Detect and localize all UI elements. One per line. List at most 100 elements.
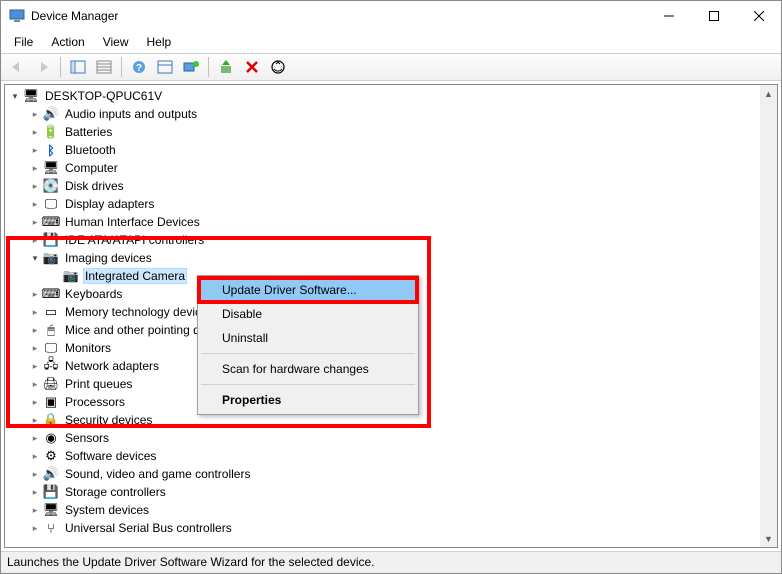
tree-item-label: Disk drives: [63, 179, 126, 193]
titlebar: Device Manager: [1, 1, 781, 31]
expand-arrow-icon[interactable]: ▸: [29, 234, 41, 246]
context-menu-item[interactable]: Uninstall: [200, 326, 416, 350]
context-menu-item[interactable]: Update Driver Software...: [200, 278, 416, 302]
system-icon: 🖥: [43, 502, 59, 518]
expand-arrow-icon[interactable]: ▸: [29, 288, 41, 300]
expand-arrow-icon[interactable]: ▸: [29, 450, 41, 462]
tree-category-item[interactable]: ▸⑂Universal Serial Bus controllers: [7, 519, 777, 537]
tree-category-item[interactable]: ▸🔊Sound, video and game controllers: [7, 465, 777, 483]
window-controls: [646, 1, 781, 31]
tree-item-label: Human Interface Devices: [63, 215, 202, 229]
minimize-button[interactable]: [646, 1, 691, 31]
uninstall-button[interactable]: [240, 55, 264, 79]
expand-arrow-icon[interactable]: ▸: [29, 216, 41, 228]
window-title: Device Manager: [31, 9, 646, 23]
expand-arrow-icon[interactable]: ▸: [29, 144, 41, 156]
tree-category-item[interactable]: ▸🖥 Computer: [7, 159, 777, 177]
expand-arrow-icon[interactable]: ▸: [29, 342, 41, 354]
expand-arrow-icon[interactable]: ▸: [29, 414, 41, 426]
tree-category-item[interactable]: ▸⚙ Software devices: [7, 447, 777, 465]
tree-item-label: Sound, video and game controllers: [63, 467, 252, 481]
context-menu-item[interactable]: Properties: [200, 388, 416, 412]
printer-icon: 🖨: [43, 376, 59, 392]
tree-category-item[interactable]: ▸◉Sensors: [7, 429, 777, 447]
menu-action[interactable]: Action: [42, 33, 93, 51]
expand-arrow-icon[interactable]: ▸: [29, 162, 41, 174]
imaging-icon: 📷: [43, 250, 59, 266]
expand-arrow-icon[interactable]: ▸: [29, 198, 41, 210]
context-menu-item[interactable]: Scan for hardware changes: [200, 357, 416, 381]
expand-arrow-icon[interactable]: ▸: [29, 180, 41, 192]
expand-arrow-icon[interactable]: ▸: [29, 108, 41, 120]
expand-arrow-icon[interactable]: ▸: [29, 432, 41, 444]
mouse-icon: 🖱: [43, 322, 59, 338]
keyboard-icon: ⌨: [43, 286, 59, 302]
tree-category-item[interactable]: ▾📷Imaging devices: [7, 249, 777, 267]
security-icon: 🔒: [43, 412, 59, 428]
tree-category-item[interactable]: ▸💽Disk drives: [7, 177, 777, 195]
vertical-scrollbar[interactable]: ▲ ▼: [760, 85, 777, 547]
tree-category-item[interactable]: ▸🖵Display adapters: [7, 195, 777, 213]
close-button[interactable]: [736, 1, 781, 31]
tree-item-label: Keyboards: [63, 287, 124, 301]
tree-root[interactable]: ▾🖥DESKTOP-QPUC61V: [7, 87, 777, 105]
ide-icon: 💾: [43, 232, 59, 248]
software-icon: ⚙: [43, 448, 59, 464]
expand-arrow-icon[interactable]: ▸: [29, 324, 41, 336]
expand-arrow-icon[interactable]: ▸: [29, 378, 41, 390]
forward-button[interactable]: [31, 55, 55, 79]
menu-view[interactable]: View: [94, 33, 138, 51]
camera-icon: 📷: [63, 268, 79, 284]
collapse-arrow-icon[interactable]: ▾: [29, 252, 41, 264]
root-icon: 🖥: [23, 88, 39, 104]
tree-category-item[interactable]: ▸⌨Human Interface Devices: [7, 213, 777, 231]
show-hide-tree-button[interactable]: [66, 55, 90, 79]
expand-arrow-icon[interactable]: ▸: [29, 486, 41, 498]
tree-category-item[interactable]: ▸🔋Batteries: [7, 123, 777, 141]
context-menu-item[interactable]: Disable: [200, 302, 416, 326]
tree-category-item[interactable]: ▸💾 IDE ATA/ATAPI controllers: [7, 231, 777, 249]
context-menu-separator: [201, 384, 415, 385]
scroll-up-icon[interactable]: ▲: [760, 85, 777, 102]
expand-arrow-icon[interactable]: ▸: [29, 126, 41, 138]
tree-category-item[interactable]: ▸💾Storage controllers: [7, 483, 777, 501]
tree-category-item[interactable]: ▸ᛒBluetooth: [7, 141, 777, 159]
menu-file[interactable]: File: [5, 33, 42, 51]
monitor-icon: 🖵: [43, 340, 59, 356]
maximize-button[interactable]: [691, 1, 736, 31]
bluetooth-icon: ᛒ: [43, 142, 59, 158]
expand-arrow-icon[interactable]: ▸: [29, 306, 41, 318]
tree-item-label: Network adapters: [63, 359, 161, 373]
tree-category-item[interactable]: ▸🔊Audio inputs and outputs: [7, 105, 777, 123]
help-button[interactable]: ?: [127, 55, 151, 79]
collapse-arrow-icon[interactable]: ▾: [9, 90, 21, 102]
tree-item-label: Software devices: [63, 449, 158, 463]
tree-item-label: IDE ATA/ATAPI controllers: [63, 233, 206, 247]
menu-help[interactable]: Help: [138, 33, 181, 51]
statusbar: Launches the Update Driver Software Wiza…: [1, 551, 781, 573]
action-properties-button[interactable]: [153, 55, 177, 79]
svg-text:?: ?: [136, 63, 142, 74]
scan-hardware-button[interactable]: [266, 55, 290, 79]
scroll-down-icon[interactable]: ▼: [760, 530, 777, 547]
tree-item-label: Computer: [63, 161, 120, 175]
tree-item-label: Display adapters: [63, 197, 156, 211]
tree-category-item[interactable]: ▸🖥 System devices: [7, 501, 777, 519]
update-driver-button[interactable]: [214, 55, 238, 79]
expand-arrow-icon[interactable]: ▸: [29, 360, 41, 372]
toolbar-separator: [60, 57, 61, 77]
expand-arrow-icon[interactable]: ▸: [29, 504, 41, 516]
update-display-button[interactable]: [179, 55, 203, 79]
properties-button[interactable]: [92, 55, 116, 79]
tree-item-label: System devices: [63, 503, 151, 517]
back-button[interactable]: [5, 55, 29, 79]
tree-item-label: Batteries: [63, 125, 114, 139]
expand-arrow-icon[interactable]: ▸: [29, 468, 41, 480]
context-menu-separator: [201, 353, 415, 354]
app-icon: [9, 8, 25, 24]
expand-arrow-icon[interactable]: ▸: [29, 522, 41, 534]
storage-icon: 💾: [43, 484, 59, 500]
computer-icon: 🖥: [43, 160, 59, 176]
audio-icon: 🔊: [43, 106, 59, 122]
expand-arrow-icon[interactable]: ▸: [29, 396, 41, 408]
